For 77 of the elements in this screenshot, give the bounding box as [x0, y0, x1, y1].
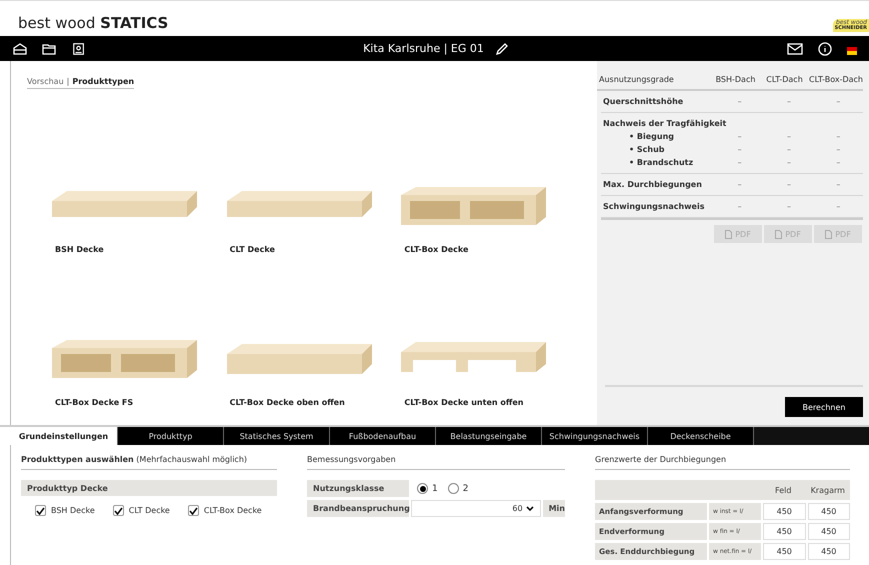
table-cell-text: – — [786, 158, 792, 167]
project-title: Kita Karlsruhe | EG 01 — [363, 42, 484, 55]
tab[interactable]: Produkttyp — [118, 427, 224, 445]
product-label: CLT-Box Decke oben offen — [228, 398, 346, 407]
document-icon — [825, 230, 832, 238]
table-cell-text: – — [736, 202, 743, 211]
table-cell-text: – — [835, 97, 842, 106]
field-label: Nutzungsklasse — [307, 480, 409, 497]
unit-label: Min — [542, 500, 565, 517]
section-title: Grenzwerte der Durchbiegungen — [595, 455, 850, 470]
checkbox-option[interactable]: BSH Decke — [35, 505, 95, 516]
table-cell-text: – — [736, 145, 743, 154]
table-cell-text: – — [835, 180, 842, 189]
table-cell-text: – — [736, 97, 743, 106]
document-icon — [725, 230, 732, 238]
tab[interactable]: Statisches System — [224, 427, 330, 445]
table-cell-text: – — [736, 158, 743, 167]
table-cell-text: – — [835, 145, 842, 154]
table-cell-text: – — [736, 180, 743, 189]
group-header: Produkttyp Decke — [21, 480, 277, 496]
folder-icon[interactable] — [42, 42, 58, 56]
column-header: BSH-Dach — [714, 74, 756, 84]
app-title: best wood STATICS — [18, 14, 168, 32]
tab[interactable]: Deckenscheibe — [648, 427, 754, 445]
value-field[interactable]: 450 — [763, 543, 806, 560]
row-label: • Brandschutz — [628, 158, 694, 167]
product-label: CLT-Box Decke — [403, 245, 470, 254]
table-cell-text: – — [736, 132, 743, 141]
row-label: Querschnittshöhe — [603, 97, 684, 106]
table-cell-text: – — [835, 158, 842, 167]
table-cell-text: – — [835, 132, 842, 141]
section-title: Bemessungsvorgaben — [307, 455, 565, 470]
product-label: CLT Decke — [228, 245, 276, 254]
value-field[interactable]: 450 — [808, 503, 850, 520]
product-label: BSH Decke — [54, 245, 105, 254]
column-header: Ausnutzungsgrade — [599, 74, 675, 84]
checkbox[interactable] — [188, 505, 199, 516]
field-label: Brandbeanspruchung — [307, 500, 409, 517]
value-field[interactable]: 450 — [808, 543, 850, 560]
save-icon[interactable] — [72, 42, 86, 56]
table-cell-text: – — [786, 202, 792, 211]
row-label: Nachweis der Tragfähigkeit — [603, 119, 728, 128]
table-cell-text: – — [786, 132, 792, 141]
calculate-button[interactable]: Berechnen — [785, 397, 863, 417]
value-field[interactable]: 450 — [808, 523, 850, 540]
dropdown[interactable]: 60 — [411, 500, 541, 517]
row-label: • Biegung — [628, 132, 676, 141]
product-label: CLT-Box Decke unten offen — [403, 398, 524, 407]
chevron-down-icon — [526, 506, 534, 512]
table-cell-text: – — [786, 145, 792, 154]
pencil-icon[interactable] — [494, 42, 510, 56]
info-icon[interactable] — [817, 42, 833, 56]
separator: | — [66, 77, 70, 86]
document-icon — [775, 230, 782, 238]
tab[interactable]: Schwingungsnachweis — [542, 427, 648, 445]
checkbox-option[interactable]: CLT Decke — [112, 505, 170, 516]
product-label: CLT-Box Decke FS — [54, 398, 134, 407]
checkbox-option[interactable]: CLT-Box Decke — [188, 505, 262, 516]
value-field[interactable]: 450 — [763, 523, 806, 540]
breadcrumb-link[interactable]: Produkttypen — [72, 77, 134, 86]
value-field[interactable]: 450 — [763, 503, 806, 520]
section-title: Produkttypen auswählen (Mehrfachauswahl möglich) — [21, 455, 277, 470]
row-label: Schwingungsnachweis — [603, 202, 706, 211]
checkbox[interactable] — [112, 505, 124, 516]
column-header: CLT-Dach — [765, 74, 804, 84]
tab[interactable]: Belastungseingabe — [436, 427, 542, 445]
mail-icon[interactable] — [787, 42, 803, 56]
table-cell-text: – — [786, 180, 792, 189]
table-cell-text: – — [835, 202, 842, 211]
row-label: • Schub — [628, 145, 666, 154]
home-icon[interactable] — [12, 42, 28, 56]
table-cell-text: – — [786, 97, 792, 106]
checkbox[interactable] — [35, 505, 46, 516]
breadcrumb-link[interactable]: Vorschau — [27, 77, 64, 86]
row-label: Max. Durchbiegungen — [603, 180, 703, 189]
column-header: CLT-Box-Dach — [809, 74, 863, 84]
tab[interactable]: Fußbodenaufbau — [330, 427, 436, 445]
